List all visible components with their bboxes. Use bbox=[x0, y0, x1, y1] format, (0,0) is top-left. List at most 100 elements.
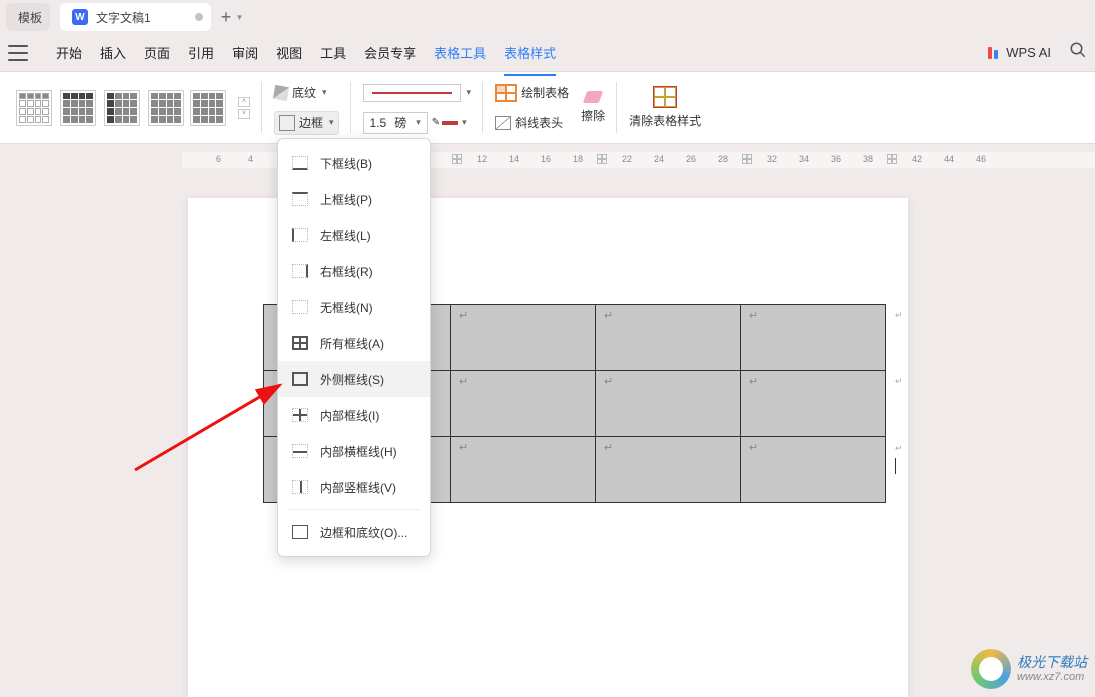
dd-border-left[interactable]: 左框线(L) bbox=[278, 217, 430, 253]
watermark-url: www.xz7.com bbox=[1017, 671, 1087, 684]
ruler-marker bbox=[742, 154, 752, 164]
ruler-tick: 16 bbox=[541, 154, 551, 164]
preset-style-1[interactable] bbox=[16, 90, 52, 126]
tab-page[interactable]: 页面 bbox=[144, 39, 170, 66]
ruler-tick: 6 bbox=[216, 154, 221, 164]
dd-label: 内部框线(I) bbox=[320, 407, 379, 424]
diagonal-header-button[interactable]: 斜线表头 bbox=[495, 111, 569, 135]
dd-label: 外侧框线(S) bbox=[320, 371, 384, 388]
ruler-tick: 22 bbox=[622, 154, 632, 164]
doc-tab-label: 文字文稿1 bbox=[96, 9, 151, 26]
chevron-down-icon: ▾ bbox=[329, 117, 334, 128]
table-style-presets: ˄˅ bbox=[4, 72, 262, 143]
dd-border-inner-v[interactable]: 内部竖框线(V) bbox=[278, 469, 430, 505]
dd-border-dialog[interactable]: 边框和底纹(O)... bbox=[278, 514, 430, 550]
chevron-up-icon[interactable]: ˄ bbox=[238, 97, 250, 107]
preset-style-5[interactable] bbox=[190, 90, 226, 126]
clear-style-label: 清除表格样式 bbox=[629, 112, 701, 129]
ruler-tick: 24 bbox=[654, 154, 664, 164]
new-tab-button[interactable]: + ▾ bbox=[221, 7, 242, 28]
close-icon[interactable] bbox=[195, 13, 203, 21]
tab-review[interactable]: 审阅 bbox=[232, 39, 258, 66]
ruler-tick: 26 bbox=[686, 154, 696, 164]
preset-style-3[interactable] bbox=[104, 90, 140, 126]
preset-scroll[interactable]: ˄˅ bbox=[238, 97, 250, 119]
ruler-tick: 38 bbox=[863, 154, 873, 164]
ruler-tick: 36 bbox=[831, 154, 841, 164]
pencil-icon: ✎ bbox=[432, 117, 440, 128]
table-cell[interactable]: ↵ bbox=[596, 305, 741, 371]
watermark: 极光下载站 www.xz7.com bbox=[971, 649, 1087, 689]
border-button[interactable]: 边框 ▾ bbox=[274, 111, 339, 135]
chevron-down-icon: ▾ bbox=[462, 117, 467, 128]
dd-label: 所有框线(A) bbox=[320, 335, 384, 352]
dd-border-bottom[interactable]: 下框线(B) bbox=[278, 145, 430, 181]
search-icon bbox=[1069, 41, 1087, 59]
chevron-down-icon[interactable]: ˅ bbox=[238, 109, 250, 119]
tab-table-tools[interactable]: 表格工具 bbox=[434, 39, 486, 66]
cursor-indicator bbox=[895, 458, 907, 474]
dd-border-none[interactable]: 无框线(N) bbox=[278, 289, 430, 325]
search-button[interactable] bbox=[1069, 41, 1087, 64]
doc-tab-template[interactable]: 模板 bbox=[6, 3, 50, 31]
row-end-mark: ↵ bbox=[895, 310, 903, 321]
draw-table-icon bbox=[495, 84, 517, 102]
dd-border-all[interactable]: 所有框线(A) bbox=[278, 325, 430, 361]
table-cell[interactable]: ↵ bbox=[596, 437, 741, 503]
line-color-picker[interactable]: ✎ ▾ bbox=[432, 111, 467, 135]
border-dropdown: 下框线(B) 上框线(P) 左框线(L) 右框线(R) 无框线(N) 所有框线(… bbox=[277, 138, 431, 557]
menu-icon[interactable] bbox=[8, 45, 28, 61]
weight-unit: 磅 bbox=[394, 114, 406, 131]
ruler-tick: 32 bbox=[767, 154, 777, 164]
table-cell[interactable]: ↵ bbox=[596, 371, 741, 437]
clear-style-button[interactable]: 清除表格样式 bbox=[629, 86, 701, 129]
erase-button[interactable]: 擦除 bbox=[581, 91, 605, 124]
dd-label: 上框线(P) bbox=[320, 191, 372, 208]
cell-mark: ↵ bbox=[604, 376, 613, 388]
line-weight-picker[interactable]: 1.5 磅 ▾ bbox=[363, 112, 428, 134]
chevron-down-icon[interactable]: ▾ bbox=[237, 12, 242, 23]
doc-tab-label: 模板 bbox=[18, 9, 42, 26]
dd-label: 下框线(B) bbox=[320, 155, 372, 172]
tab-member[interactable]: 会员专享 bbox=[364, 39, 416, 66]
draw-table-button[interactable]: 绘制表格 bbox=[495, 81, 569, 105]
dd-border-right[interactable]: 右框线(R) bbox=[278, 253, 430, 289]
tab-tools[interactable]: 工具 bbox=[320, 39, 346, 66]
table-cell[interactable]: ↵ bbox=[741, 437, 886, 503]
wps-ai-button[interactable]: WPS AI bbox=[988, 45, 1051, 60]
table-cell[interactable]: ↵ bbox=[451, 371, 596, 437]
dd-label: 内部竖框线(V) bbox=[320, 479, 396, 496]
table-cell[interactable]: ↵ bbox=[741, 305, 886, 371]
line-style-picker[interactable] bbox=[363, 84, 461, 102]
chevron-down-icon: ▾ bbox=[322, 87, 327, 98]
dd-label: 左框线(L) bbox=[320, 227, 371, 244]
dd-border-inner[interactable]: 内部框线(I) bbox=[278, 397, 430, 433]
border-outer-icon bbox=[292, 372, 308, 386]
dd-border-inner-h[interactable]: 内部横框线(H) bbox=[278, 433, 430, 469]
ruler-tick: 46 bbox=[976, 154, 986, 164]
preset-style-2[interactable] bbox=[60, 90, 96, 126]
eraser-icon bbox=[583, 91, 603, 103]
table-cell[interactable]: ↵ bbox=[741, 371, 886, 437]
dd-border-top[interactable]: 上框线(P) bbox=[278, 181, 430, 217]
table-cell[interactable]: ↵ bbox=[451, 437, 596, 503]
tab-reference[interactable]: 引用 bbox=[188, 39, 214, 66]
tab-table-style[interactable]: 表格样式 bbox=[504, 39, 556, 66]
document-area[interactable]: ↵ ↵ ↵ ↵ ↵ ↵ ↵ ↵ ↵ ↵ ↵ ↵ bbox=[0, 170, 1095, 697]
cell-mark: ↵ bbox=[459, 442, 468, 454]
preset-style-4[interactable] bbox=[148, 90, 184, 126]
shading-button[interactable]: 底纹 ▾ bbox=[274, 81, 339, 105]
word-icon: W bbox=[72, 9, 88, 25]
tab-start[interactable]: 开始 bbox=[56, 39, 82, 66]
doc-tab-active[interactable]: W 文字文稿1 bbox=[60, 3, 211, 31]
dd-border-outer[interactable]: 外侧框线(S) bbox=[278, 361, 430, 397]
tab-view[interactable]: 视图 bbox=[276, 39, 302, 66]
border-label: 边框 bbox=[299, 114, 323, 131]
tab-insert[interactable]: 插入 bbox=[100, 39, 126, 66]
border-right-icon bbox=[292, 264, 308, 278]
chevron-down-icon[interactable]: ▾ bbox=[467, 87, 472, 98]
table-cell[interactable]: ↵ bbox=[451, 305, 596, 371]
cell-mark: ↵ bbox=[604, 310, 613, 322]
border-dialog-icon bbox=[292, 525, 308, 539]
shading-label: 底纹 bbox=[292, 84, 316, 101]
